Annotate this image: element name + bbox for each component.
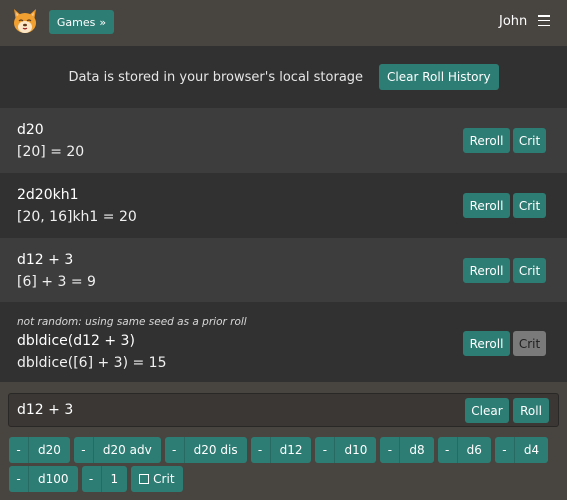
roll-expression: d20	[17, 122, 44, 138]
decrement-d100-button[interactable]: -	[9, 466, 29, 492]
dice-expression-input[interactable]	[17, 394, 457, 426]
double-chevron-right-icon: »	[99, 15, 107, 29]
add-d8-button[interactable]: d8	[400, 437, 433, 463]
dice-group-d12: - d12	[250, 437, 312, 463]
dice-group-d20: - d20	[9, 437, 70, 463]
add-d6-button[interactable]: d6	[458, 437, 491, 463]
dice-group-d8: - d8	[380, 437, 434, 463]
roll-result: dbldice([6] + 3) = 15	[17, 355, 167, 371]
add-d12-button[interactable]: d12	[271, 437, 312, 463]
roll-button[interactable]: Roll	[513, 398, 549, 423]
dice-group-d4: - d4	[494, 437, 549, 463]
hamburger-menu-icon[interactable]	[538, 15, 550, 26]
decrement-d20-button[interactable]: -	[9, 437, 29, 463]
add-d4-button[interactable]: d4	[515, 437, 548, 463]
dice-group-d100: - d100	[9, 466, 78, 492]
info-bar: Data is stored in your browser's local s…	[0, 46, 567, 108]
clear-roll-history-button[interactable]: Clear Roll History	[379, 64, 499, 90]
crit-toggle-label: Crit	[153, 472, 175, 486]
dice-group-d20-dis: - d20 dis	[164, 437, 247, 463]
roll-entry: d12 + 3 [6] + 3 = 9 Reroll Crit	[0, 238, 567, 302]
roll-note: not random: using same seed as a prior r…	[17, 316, 247, 328]
add-d10-button[interactable]: d10	[335, 437, 376, 463]
roll-result: [20, 16]kh1 = 20	[17, 209, 137, 225]
dice-buttons-row-2: - d100 - 1 Crit	[9, 466, 183, 492]
roll-entry: d20 [20] = 20 Reroll Crit	[0, 108, 567, 173]
roll-expression: 2d20kh1	[17, 187, 79, 203]
decrement-constant-button[interactable]: -	[82, 466, 102, 492]
crit-button[interactable]: Crit	[513, 258, 546, 283]
crit-button-disabled: Crit	[513, 331, 546, 356]
add-d20-button[interactable]: d20	[29, 437, 70, 463]
decrement-d6-button[interactable]: -	[438, 437, 458, 463]
reroll-button[interactable]: Reroll	[463, 128, 510, 153]
decrement-d20-dis-button[interactable]: -	[165, 437, 185, 463]
dice-input-container: Clear Roll	[8, 393, 559, 427]
add-constant-button[interactable]: 1	[102, 466, 128, 492]
add-d20-dis-button[interactable]: d20 dis	[185, 437, 247, 463]
crit-button[interactable]: Crit	[513, 193, 546, 218]
dice-group-d10: - d10	[315, 437, 377, 463]
roll-result: [6] + 3 = 9	[17, 274, 96, 290]
reroll-button[interactable]: Reroll	[463, 331, 510, 356]
dice-buttons-row-1: - d20 - d20 adv - d20 dis - d12 - d10 - …	[9, 437, 549, 463]
header: Games » John	[0, 0, 567, 44]
dice-group-constant: - 1	[81, 466, 128, 492]
roll-expression: dbldice(d12 + 3)	[17, 333, 135, 349]
roll-entry: not random: using same seed as a prior r…	[0, 302, 567, 382]
add-d100-button[interactable]: d100	[29, 466, 78, 492]
reroll-button[interactable]: Reroll	[463, 193, 510, 218]
crit-toggle[interactable]: Crit	[131, 466, 183, 492]
dice-group-d6: - d6	[437, 437, 491, 463]
corgi-logo-icon[interactable]	[11, 7, 39, 35]
checkbox-icon[interactable]	[139, 474, 150, 484]
add-d20-adv-button[interactable]: d20 adv	[94, 437, 161, 463]
crit-button[interactable]: Crit	[513, 128, 546, 153]
decrement-d4-button[interactable]: -	[495, 437, 515, 463]
roll-result: [20] = 20	[17, 144, 85, 160]
user-name[interactable]: John	[499, 14, 527, 29]
games-label: Games	[56, 15, 96, 29]
dice-group-d20-adv: - d20 adv	[73, 437, 161, 463]
roll-entry: 2d20kh1 [20, 16]kh1 = 20 Reroll Crit	[0, 173, 567, 238]
roll-expression: d12 + 3	[17, 252, 74, 268]
reroll-button[interactable]: Reroll	[463, 258, 510, 283]
storage-info-text: Data is stored in your browser's local s…	[68, 69, 364, 85]
decrement-d10-button[interactable]: -	[315, 437, 336, 463]
decrement-d12-button[interactable]: -	[251, 437, 271, 463]
decrement-d8-button[interactable]: -	[380, 437, 401, 463]
decrement-d20-adv-button[interactable]: -	[74, 437, 94, 463]
clear-button[interactable]: Clear	[465, 398, 509, 423]
games-button[interactable]: Games »	[49, 10, 114, 34]
